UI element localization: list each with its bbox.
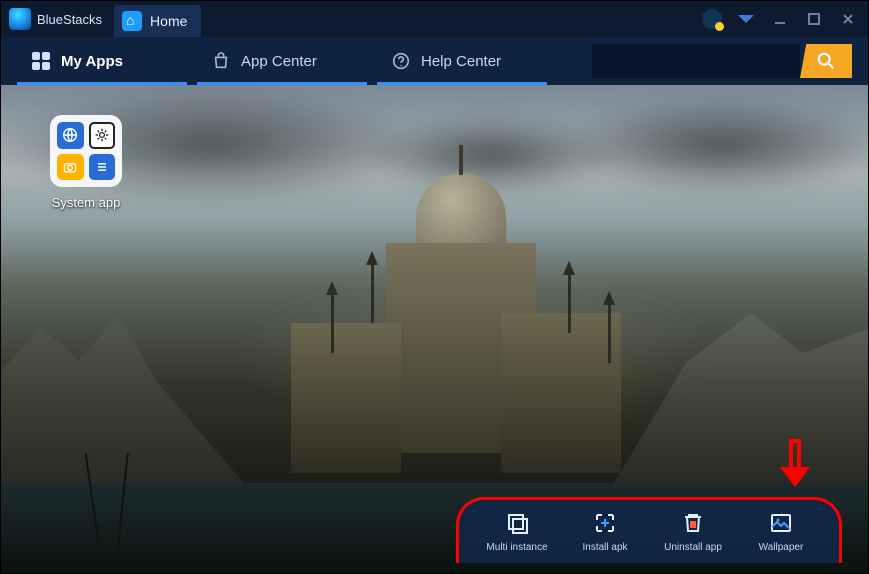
app-title: BlueStacks bbox=[37, 12, 102, 27]
nav-label: My Apps bbox=[61, 53, 123, 70]
nav-label: App Center bbox=[241, 53, 317, 70]
search-input[interactable] bbox=[592, 44, 800, 78]
system-app-folder[interactable]: System app bbox=[41, 115, 131, 210]
notifications-button[interactable] bbox=[698, 5, 726, 33]
nav-my-apps[interactable]: My Apps bbox=[17, 37, 187, 85]
notification-icon bbox=[702, 9, 722, 29]
maximize-button[interactable] bbox=[800, 5, 828, 33]
nav-help-center[interactable]: Help Center bbox=[377, 37, 547, 85]
install-apk-icon bbox=[592, 510, 618, 536]
wallpaper-art bbox=[61, 433, 221, 563]
multi-instance-icon bbox=[504, 510, 530, 536]
grid-icon bbox=[31, 51, 51, 71]
tab-home[interactable]: Home bbox=[114, 5, 201, 37]
chevron-down-icon bbox=[738, 15, 754, 23]
nav-app-center[interactable]: App Center bbox=[197, 37, 367, 85]
wallpaper-art bbox=[251, 173, 671, 503]
app-label: System app bbox=[41, 195, 131, 210]
globe-icon bbox=[57, 122, 84, 149]
nav-label: Help Center bbox=[421, 53, 501, 70]
tray-label: Wallpaper bbox=[759, 542, 804, 553]
camera-icon bbox=[57, 154, 84, 181]
desktop-area[interactable]: System app Multi instance Install apk bbox=[1, 85, 868, 573]
bluestacks-window: BlueStacks Home My Apps bbox=[1, 1, 868, 573]
tab-label: Home bbox=[150, 13, 187, 29]
folder-tile-icon bbox=[50, 115, 122, 187]
multi-instance-button[interactable]: Multi instance bbox=[477, 510, 557, 553]
home-icon bbox=[122, 11, 142, 31]
close-button[interactable] bbox=[834, 5, 862, 33]
tray-label: Multi instance bbox=[486, 542, 547, 553]
tray-label: Install apk bbox=[582, 542, 627, 553]
bluestacks-logo-icon bbox=[9, 8, 31, 30]
minimize-button[interactable] bbox=[766, 5, 794, 33]
nav-bar: My Apps App Center Help Center bbox=[1, 37, 868, 85]
image-icon bbox=[768, 510, 794, 536]
gear-icon bbox=[89, 122, 116, 149]
install-apk-button[interactable]: Install apk bbox=[565, 510, 645, 553]
search-button[interactable] bbox=[800, 44, 852, 78]
title-bar: BlueStacks Home bbox=[1, 1, 868, 37]
shopping-bag-icon bbox=[211, 51, 231, 71]
search-box bbox=[592, 44, 852, 78]
menu-dropdown-button[interactable] bbox=[732, 5, 760, 33]
trash-icon bbox=[680, 510, 706, 536]
list-icon bbox=[89, 154, 116, 181]
action-tray: Multi instance Install apk Uninstall app… bbox=[456, 497, 842, 563]
tray-label: Uninstall app bbox=[664, 542, 722, 553]
uninstall-app-button[interactable]: Uninstall app bbox=[653, 510, 733, 553]
wallpaper-button[interactable]: Wallpaper bbox=[741, 510, 821, 553]
help-icon bbox=[391, 51, 411, 71]
search-icon bbox=[816, 51, 836, 71]
annotation-arrow bbox=[784, 439, 806, 487]
